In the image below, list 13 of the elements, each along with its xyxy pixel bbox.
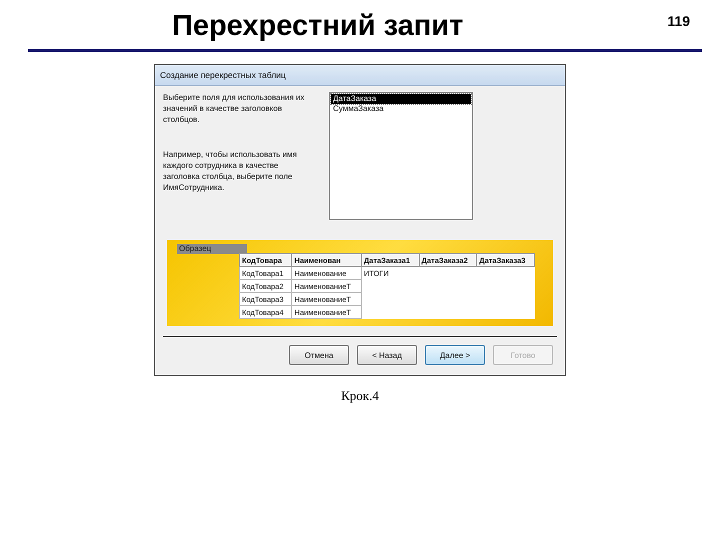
field-list[interactable]: ДатаЗаказа СуммаЗаказа (329, 92, 473, 220)
window-title: Создание перекрестных таблиц (160, 70, 286, 80)
field-item[interactable]: ДатаЗаказа (331, 94, 471, 104)
slide-title: Перехрестний запит (172, 10, 464, 43)
field-item[interactable]: СуммаЗаказа (331, 104, 471, 114)
sample-label: Образец (177, 244, 247, 254)
instruction-text: Например, чтобы использовать имя каждого сотрудника в качестве заголовка столбца, выберите поле ИмяСотрудника. (163, 149, 298, 193)
dialog-button[interactable]: Далее > (425, 345, 485, 365)
page-number: 119 (667, 13, 690, 29)
instruction-text: Выберите поля для использования их значений в качестве заголовков столбцов. (163, 92, 306, 125)
dialog-button[interactable]: Отмена (289, 345, 349, 365)
slide-caption: Крок.4 (341, 388, 379, 404)
dialog-button[interactable]: < Назад (357, 345, 417, 365)
